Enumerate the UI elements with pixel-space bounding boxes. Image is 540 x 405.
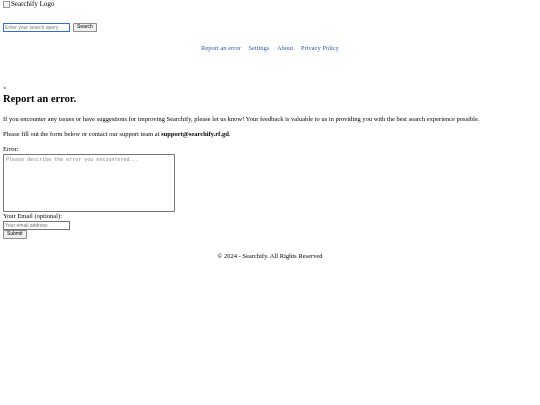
email-label: Your Email (optional): bbox=[3, 213, 62, 220]
nav-link-privacy-policy[interactable]: Privacy Policy bbox=[301, 45, 339, 52]
close-icon[interactable]: × bbox=[3, 86, 6, 93]
contact-prefix: Please fill out the form below or contac… bbox=[3, 131, 162, 138]
contact-text: Please fill out the form below or contac… bbox=[3, 131, 230, 139]
search-input[interactable] bbox=[3, 23, 70, 32]
submit-button[interactable]: Submit bbox=[3, 230, 27, 239]
nav-link-report-error[interactable]: Report an error bbox=[201, 45, 241, 52]
intro-text: If you encounter any issues or have sugg… bbox=[3, 116, 480, 123]
broken-image-icon bbox=[3, 0, 10, 8]
nav-link-settings[interactable]: Settings bbox=[248, 45, 269, 52]
search-form: Search bbox=[3, 23, 97, 32]
top-nav: Report an error Settings About Privacy P… bbox=[0, 44, 540, 53]
email-input[interactable] bbox=[3, 221, 70, 230]
support-email: support@searchify.rf.gd bbox=[161, 131, 229, 138]
contact-suffix: . bbox=[228, 131, 231, 138]
error-label: Error: bbox=[3, 146, 19, 153]
error-textarea[interactable] bbox=[3, 154, 175, 212]
search-button[interactable]: Search bbox=[73, 23, 97, 32]
logo-alt-text: Searchify Logo bbox=[11, 0, 55, 8]
footer-text: © 2024 - Searchify. All Rights Reserved bbox=[217, 253, 323, 260]
nav-link-about[interactable]: About bbox=[277, 45, 293, 52]
logo-image: Searchify Logo bbox=[3, 0, 54, 8]
page-title: Report an error. bbox=[3, 94, 77, 105]
